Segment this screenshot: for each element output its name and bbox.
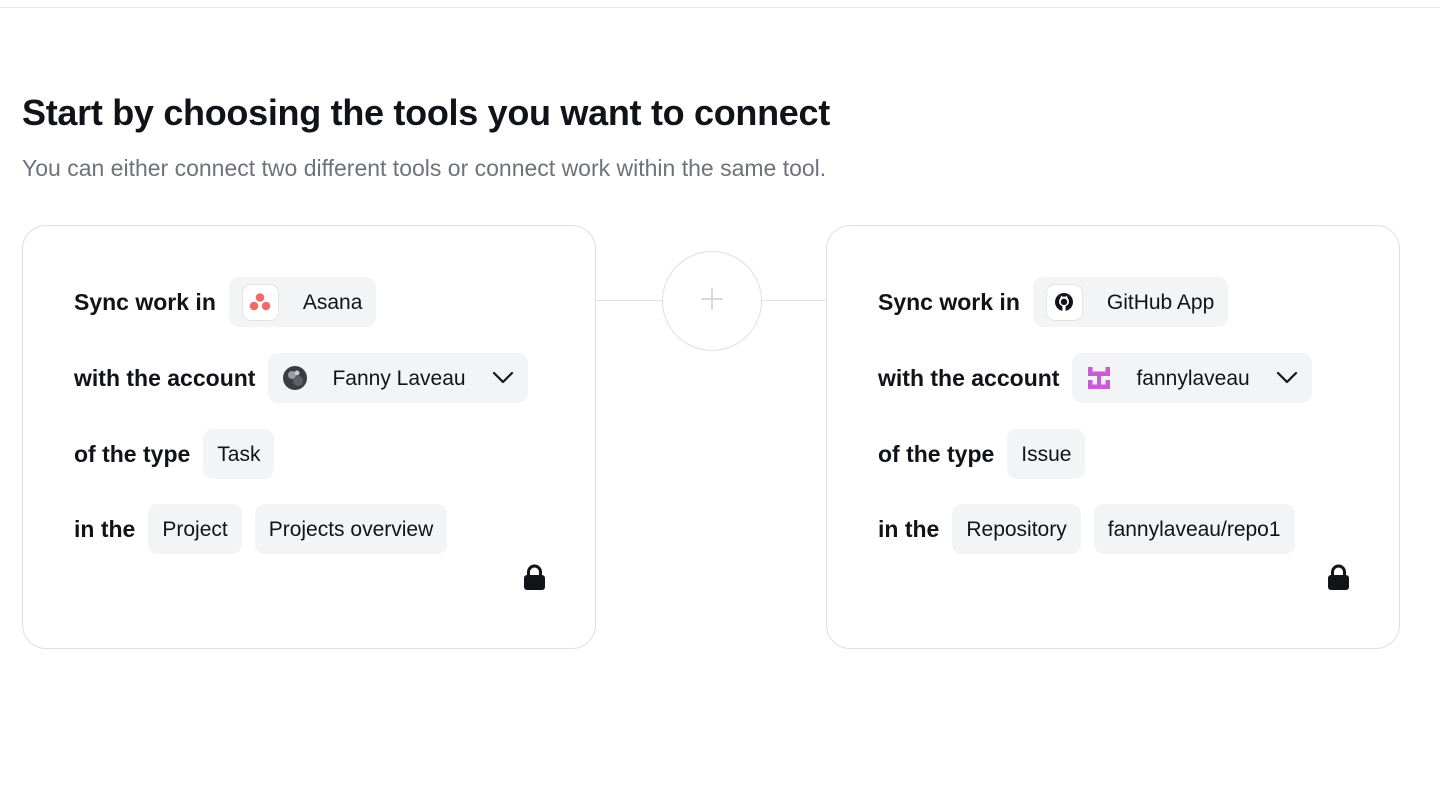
- account-label: with the account: [74, 364, 256, 391]
- sync-row: Sync work in GitHub App: [878, 277, 1241, 327]
- in-label: in the: [878, 515, 940, 542]
- sync-row: Sync work in Asana: [74, 277, 389, 327]
- account-dropdown[interactable]: fannylaveau: [1072, 353, 1312, 403]
- destination-tool-card: Sync work in GitHub App with the account: [826, 225, 1400, 649]
- top-divider: [0, 7, 1440, 8]
- source-tool-card: Sync work in Asana with the account Fann…: [22, 225, 596, 649]
- account-name: fannylaveau: [1136, 366, 1250, 390]
- container-value-selector[interactable]: Projects overview: [254, 504, 448, 554]
- container-type-selector[interactable]: Project: [148, 504, 242, 554]
- type-selector[interactable]: Task: [203, 429, 275, 479]
- container-type-selector[interactable]: Repository: [952, 504, 1081, 554]
- tool-name: GitHub App: [1106, 290, 1215, 314]
- tool-selector-github[interactable]: GitHub App: [1032, 277, 1229, 327]
- account-label: with the account: [878, 364, 1060, 391]
- in-label: in the: [74, 515, 136, 542]
- type-row: of the type Task: [74, 429, 287, 479]
- type-selector[interactable]: Issue: [1007, 429, 1086, 479]
- type-label: of the type: [878, 440, 995, 467]
- account-dropdown[interactable]: Fanny Laveau: [268, 353, 528, 403]
- container-value: fannylaveau/repo1: [1107, 517, 1281, 541]
- sync-label: Sync work in: [74, 288, 216, 315]
- github-logo-icon: [1045, 283, 1083, 321]
- page-subtitle: You can either connect two different too…: [22, 155, 827, 181]
- container-type: Project: [162, 517, 228, 541]
- container-type: Repository: [966, 517, 1067, 541]
- connector-line-left: [596, 300, 662, 301]
- type-row: of the type Issue: [878, 429, 1098, 479]
- asana-logo-icon: [241, 283, 279, 321]
- account-row: with the account fannylaveau: [878, 353, 1325, 403]
- account-row: with the account Fanny Laveau: [74, 353, 541, 403]
- container-value-selector[interactable]: fannylaveau/repo1: [1093, 504, 1295, 554]
- type-value: Issue: [1021, 442, 1072, 466]
- tool-selector-asana[interactable]: Asana: [228, 277, 377, 327]
- lock-icon[interactable]: [523, 564, 546, 596]
- type-value: Task: [217, 442, 261, 466]
- container-value: Projects overview: [268, 517, 434, 541]
- page-title: Start by choosing the tools you want to …: [22, 92, 830, 133]
- connector-line-right: [762, 300, 826, 301]
- container-row: in the Repository fannylaveau/repo1: [878, 504, 1308, 554]
- container-row: in the Project Projects overview: [74, 504, 460, 554]
- lock-icon[interactable]: [1327, 564, 1350, 596]
- tool-name: Asana: [302, 290, 363, 314]
- account-name: Fanny Laveau: [332, 366, 466, 390]
- plus-icon: [701, 287, 723, 315]
- swap-connector-button[interactable]: [662, 251, 762, 351]
- user-avatar: [282, 365, 308, 391]
- sync-label: Sync work in: [878, 288, 1020, 315]
- chevron-down-icon: [492, 371, 514, 385]
- type-label: of the type: [74, 440, 191, 467]
- identicon-avatar: [1086, 365, 1112, 391]
- chevron-down-icon: [1276, 371, 1298, 385]
